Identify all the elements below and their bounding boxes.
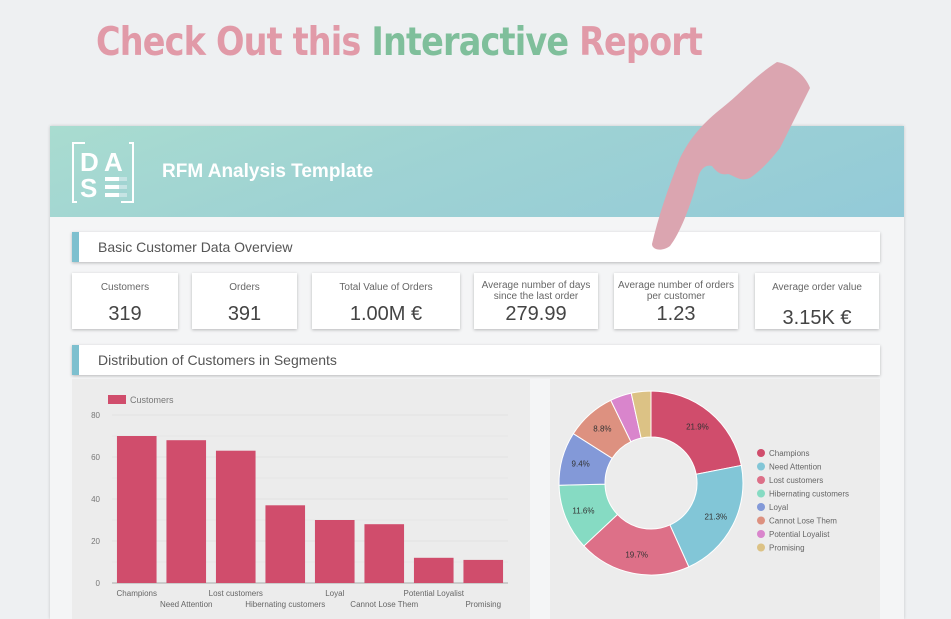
kpi-card-avg-days: Average number of days since the last or… [474, 273, 598, 329]
bar [116, 436, 157, 583]
y-tick-label: 80 [91, 411, 100, 420]
slice-percent-label: 9.4% [572, 459, 590, 468]
legend-dot [757, 516, 765, 525]
kpi-value: 279.99 [505, 303, 567, 325]
legend-label: Potential Loyalist [769, 530, 830, 539]
x-tick-label: Cannot Lose Them [350, 600, 418, 609]
promo-headline: Check Out this Interactive Report [96, 20, 703, 65]
kpi-card-avg-order-value: Average order value 3.15K € [755, 273, 879, 329]
slice-percent-label: 19.7% [625, 551, 648, 560]
promo-headline-part2: Interactive [371, 20, 569, 65]
y-tick-label: 0 [96, 579, 101, 588]
y-tick-label: 20 [91, 537, 100, 546]
y-tick-label: 60 [91, 453, 100, 462]
legend-dot [757, 503, 765, 511]
legend-label: Promising [769, 544, 805, 553]
legend-label: Cannot Lose Them [769, 517, 837, 526]
legend-dot [757, 462, 765, 471]
kpi-label: Customers [100, 281, 150, 293]
donut-slice [650, 390, 742, 475]
kpi-card-customers: Customers 319 [72, 273, 178, 329]
x-tick-label: Need Attention [160, 600, 212, 609]
x-tick-label: Loyal [325, 589, 344, 598]
kpi-card-total-value: Total Value of Orders 1.00M € [312, 273, 460, 329]
kpi-card-orders: Orders 391 [192, 273, 297, 329]
legend-dot [757, 476, 765, 484]
kpi-label-line: Average number of days [481, 279, 591, 291]
bar [314, 520, 355, 583]
x-tick-label: Champions [117, 589, 157, 598]
legend-swatch [108, 395, 126, 404]
x-tick-label: Potential Loyalist [404, 589, 465, 598]
svg-text:A: A [104, 147, 123, 177]
section-title: Basic Customer Data Overview [98, 239, 293, 255]
section-title: Distribution of Customers in Segments [98, 352, 337, 368]
legend-dot [757, 543, 765, 552]
kpi-label-line: Average number of orders [618, 279, 734, 291]
y-tick-label: 40 [91, 495, 100, 504]
bar [166, 440, 207, 583]
kpi-value: 391 [227, 303, 262, 325]
kpi-label: Average number of orders per customer [614, 273, 738, 302]
bar [265, 505, 306, 583]
kpi-label-line: since the last order [493, 290, 579, 302]
promo-headline-part1: Check Out this [96, 20, 372, 65]
legend-label: Need Attention [769, 463, 821, 472]
section-header-distribution: Distribution of Customers in Segments [72, 345, 880, 375]
slice-percent-label: 21.3% [704, 513, 727, 522]
bar-chart-panel: 0 20 40 60 80 Customers Champions Need Attentio… [72, 379, 530, 619]
report-title: RFM Analysis Template [162, 161, 374, 182]
pointing-hand-icon [652, 62, 810, 250]
bar [463, 559, 504, 583]
kpi-label: Total Value of Orders [339, 281, 433, 293]
kpi-card-avg-orders: Average number of orders per customer 1.… [614, 273, 738, 329]
legend-dot [757, 449, 765, 457]
kpi-value: 1.23 [656, 303, 696, 325]
legend-dot [757, 489, 765, 498]
x-tick-label: Lost customers [209, 589, 263, 598]
x-tick-label: Hibernating customers [245, 600, 325, 609]
legend-label: Champions [769, 449, 809, 458]
slice-percent-label: 11.6% [572, 507, 594, 516]
legend-label: Lost customers [769, 476, 823, 485]
legend-dot [757, 530, 765, 538]
bar-chart: 0 20 40 60 80 Customers ChampionsNeed Attentio… [91, 395, 508, 609]
kpi-label: Average number of days since the last or… [474, 273, 598, 302]
legend-label: Hibernating customers [769, 490, 849, 499]
kpi-value: 1.00M € [349, 303, 423, 325]
kpi-label: Average order value [772, 281, 862, 293]
bar [364, 524, 405, 583]
legend-label: Loyal [769, 503, 788, 512]
bar [215, 450, 256, 583]
kpi-value: 319 [108, 303, 142, 325]
slice-percent-label: 8.8% [593, 425, 611, 434]
svg-text:S: S [80, 173, 97, 203]
legend-label: Customers [130, 395, 174, 405]
kpi-value: 3.15K € [782, 307, 852, 329]
x-tick-label: Promising [465, 600, 501, 609]
dase-logo: D A S [72, 142, 134, 203]
slice-percent-label: 21.9% [686, 423, 709, 432]
bar [413, 557, 454, 583]
donut-chart: 21.9% 21.3% 19.7% 11.6% 9.4% 8.8% Champions Nee… [558, 390, 849, 576]
donut-chart-panel: 21.9% 21.3% 19.7% 11.6% 9.4% 8.8% Champions Nee… [550, 379, 880, 619]
kpi-label-line: per customer [646, 290, 706, 302]
kpi-label: Orders [229, 281, 260, 293]
